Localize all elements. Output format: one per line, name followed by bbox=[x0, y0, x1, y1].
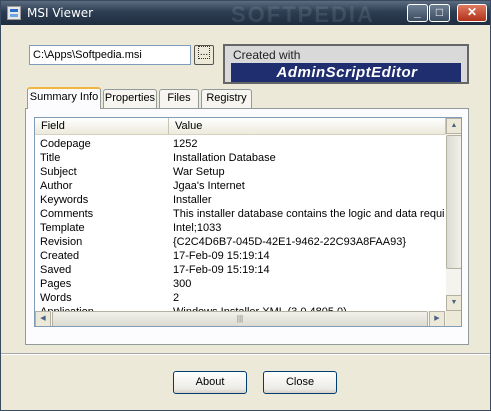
row-value: {C2C4D6B7-045D-42E1-9462-22C93A8FAA93} bbox=[173, 236, 406, 248]
table-row[interactable]: Author Jgaa's Internet bbox=[35, 179, 446, 193]
softpedia-watermark: SOFTPEDIA bbox=[231, 2, 375, 27]
row-value: Installer bbox=[173, 194, 212, 206]
row-value: 1252 bbox=[173, 138, 198, 150]
admin-script-editor-banner[interactable]: Created with AdminScriptEditor bbox=[223, 44, 469, 84]
list-header: Field Value bbox=[35, 118, 446, 135]
table-row[interactable]: Words 2 bbox=[35, 291, 446, 305]
horizontal-scroll-thumb[interactable]: ||| bbox=[52, 311, 428, 326]
row-field: Title bbox=[40, 152, 61, 164]
table-row[interactable]: Subject War Setup bbox=[35, 165, 446, 179]
row-value: Intel;1033 bbox=[173, 222, 222, 234]
horizontal-scrollbar[interactable]: ◀ ||| ▶ bbox=[35, 311, 446, 326]
column-header-field[interactable]: Field bbox=[35, 118, 169, 134]
minimize-button[interactable]: _ bbox=[407, 4, 428, 22]
about-button[interactable]: About bbox=[173, 371, 247, 394]
close-button[interactable]: Close bbox=[263, 371, 337, 394]
browse-button[interactable]: ... bbox=[194, 45, 214, 65]
row-field: Pages bbox=[40, 278, 72, 290]
column-header-value[interactable]: Value bbox=[169, 118, 446, 134]
table-row[interactable]: Template Intel;1033 bbox=[35, 221, 446, 235]
scroll-up-button[interactable]: ▲ bbox=[446, 118, 461, 134]
row-field: Keywords bbox=[40, 194, 89, 206]
tab-files[interactable]: Files bbox=[159, 89, 199, 108]
table-row[interactable]: Saved 17-Feb-09 15:19:14 bbox=[35, 263, 446, 277]
banner-logo-bar: AdminScriptEditor bbox=[231, 63, 461, 82]
row-field: Codepage bbox=[40, 138, 91, 150]
table-row[interactable]: Revision {C2C4D6B7-045D-42E1-9462-22C93A8… bbox=[35, 235, 446, 249]
table-row[interactable]: Comments This installer database contains… bbox=[35, 207, 446, 221]
maximize-button[interactable]: □ bbox=[429, 4, 450, 22]
table-row[interactable]: Title Installation Database bbox=[35, 151, 446, 165]
tab-registry[interactable]: Registry bbox=[201, 89, 252, 108]
table-row[interactable]: Keywords Installer bbox=[35, 193, 446, 207]
row-field: Author bbox=[40, 180, 73, 192]
vertical-scrollbar[interactable]: ▲ ▼ bbox=[446, 118, 461, 311]
row-value: 17-Feb-09 15:19:14 bbox=[173, 264, 270, 276]
table-row[interactable]: Created 17-Feb-09 15:19:14 bbox=[35, 249, 446, 263]
banner-created-with: Created with bbox=[233, 48, 301, 62]
row-field: Subject bbox=[40, 166, 77, 178]
row-field: Revision bbox=[40, 236, 83, 248]
scrollbar-corner bbox=[446, 311, 461, 326]
scroll-down-button[interactable]: ▼ bbox=[446, 295, 461, 311]
tab-summary-info[interactable]: Summary Info bbox=[27, 87, 101, 109]
row-field: Comments bbox=[40, 208, 94, 220]
table-row[interactable]: Pages 300 bbox=[35, 277, 446, 291]
row-value: 300 bbox=[173, 278, 192, 290]
row-field: Saved bbox=[40, 264, 72, 276]
scroll-right-button[interactable]: ▶ bbox=[429, 311, 445, 326]
close-window-button[interactable]: ✕ bbox=[457, 4, 487, 22]
row-field: Created bbox=[40, 250, 80, 262]
tab-properties[interactable]: Properties bbox=[103, 89, 157, 108]
vertical-scroll-thumb[interactable] bbox=[446, 135, 461, 269]
row-field: Words bbox=[40, 292, 72, 304]
separator bbox=[1, 353, 490, 355]
app-icon bbox=[7, 6, 21, 20]
row-value: War Setup bbox=[173, 166, 225, 178]
file-path-input[interactable]: C:\Apps\Softpedia.msi bbox=[29, 45, 191, 65]
title-bar[interactable]: MSI Viewer SOFTPEDIA _ □ ✕ bbox=[1, 1, 490, 27]
scroll-left-button[interactable]: ◀ bbox=[35, 311, 51, 326]
row-value: Jgaa's Internet bbox=[173, 180, 245, 192]
table-row[interactable]: Codepage 1252 bbox=[35, 137, 446, 151]
row-value: 2 bbox=[173, 292, 180, 304]
browse-label: ... bbox=[197, 46, 211, 59]
banner-logo-text: AdminScriptEditor bbox=[276, 64, 418, 81]
row-value: Installation Database bbox=[173, 152, 276, 164]
row-value: 17-Feb-09 15:19:14 bbox=[173, 250, 270, 262]
msi-viewer-window: MSI Viewer SOFTPEDIA _ □ ✕ C:\Apps\Softp… bbox=[0, 0, 491, 411]
row-field: Template bbox=[40, 222, 85, 234]
summary-list-view[interactable]: Field Value Codepage 1252 Title Installatio… bbox=[34, 117, 462, 327]
row-value: This installer database contains the log… bbox=[173, 208, 445, 220]
window-title: MSI Viewer bbox=[27, 6, 94, 20]
